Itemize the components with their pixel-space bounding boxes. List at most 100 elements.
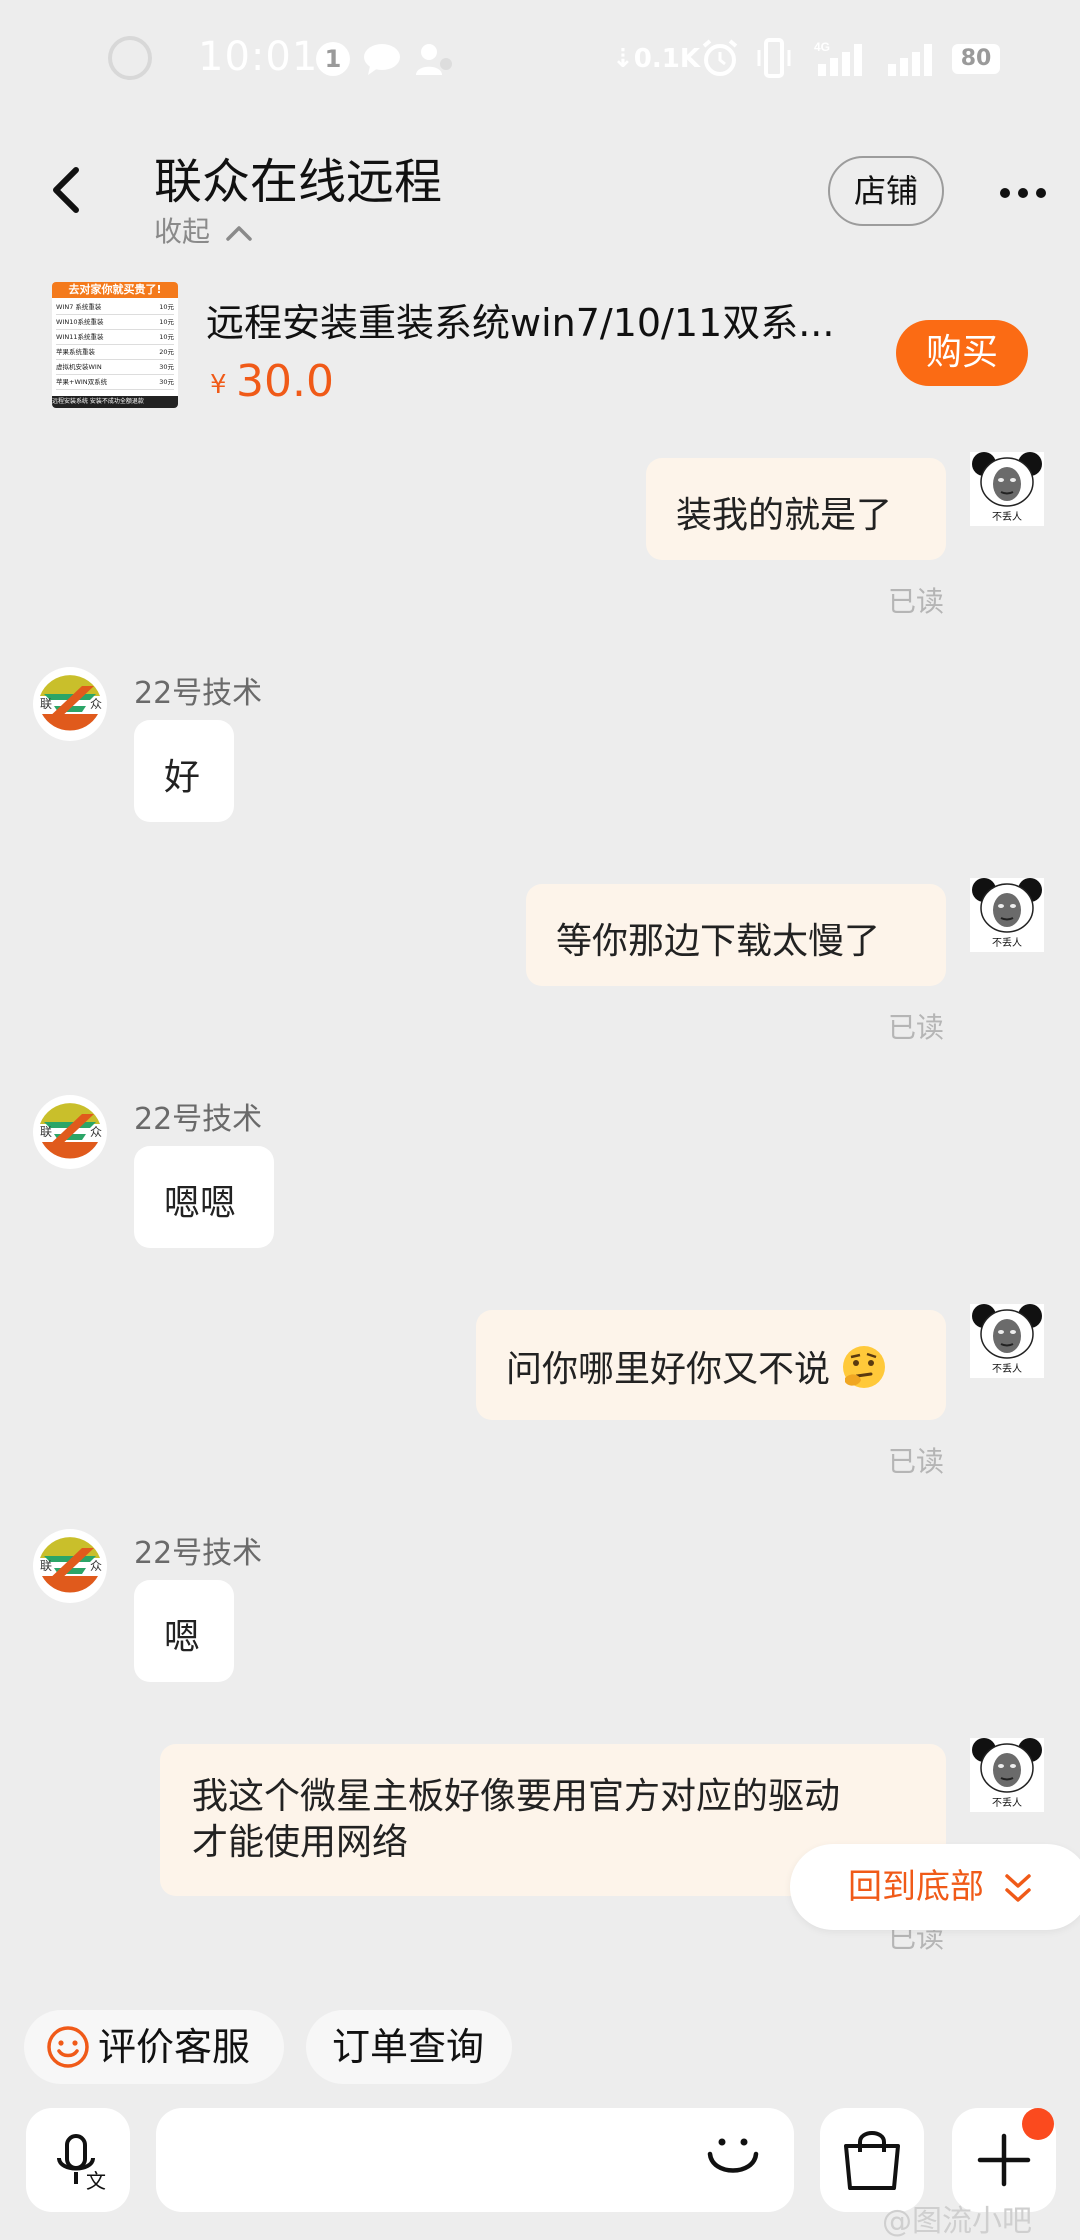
thumb-price-row: 苹果系统重装 20元 <box>56 345 174 360</box>
thumb-row-price: 30元 <box>159 378 174 386</box>
thumb-banner: 去对家你就买贵了! <box>52 282 178 298</box>
shop-logo-icon: 联 众 <box>33 1095 107 1169</box>
chevron-up-icon <box>226 226 252 241</box>
thinking-face-emoji-icon <box>843 1346 886 1388</box>
thumb-price-row: 虚拟机安装WIN 30元 <box>56 360 174 375</box>
app-indicator-icon <box>108 36 152 80</box>
page-title: 联众在线远程 <box>154 154 443 210</box>
buy-button[interactable]: 购买 <box>896 320 1028 386</box>
thumb-row-name: WIN10系统重装 <box>56 318 104 326</box>
user-avatar[interactable]: 不丢人 <box>970 452 1044 530</box>
voice-input-button[interactable]: 文 <box>26 2108 130 2212</box>
thumb-price-list: WIN7 系统重装 10元 WIN10系统重装 10元 WIN11系统重装 10元 苹果系统… <box>52 298 178 392</box>
more-options-icon[interactable] <box>998 186 1048 200</box>
notification-dot <box>1022 2108 1054 2140</box>
smiley-icon <box>47 2025 89 2068</box>
shop-avatar[interactable]: 联 众 <box>32 666 108 746</box>
signal-4g-icon: 4G <box>814 40 862 76</box>
voice-sub-label: 文 <box>86 2170 106 2193</box>
thumb-price-row: WIN10系统重装 10元 <box>56 315 174 330</box>
shop-logo-icon: 联 众 <box>33 667 107 741</box>
order-query-label: 订单查询 <box>332 2025 485 2069</box>
panda-meme-avatar-icon: 不丢人 <box>970 1304 1044 1378</box>
thumb-footer: 远程安装系统 安装不成功全额退款 <box>52 396 178 408</box>
back-arrow-icon[interactable] <box>40 160 100 220</box>
contact-notification-icon <box>416 44 452 75</box>
thumb-row-name: 苹果+WIN双系统 <box>56 378 108 386</box>
message-input[interactable] <box>156 2108 794 2212</box>
collapse-label: 收起 <box>154 215 211 248</box>
read-status: 已读 <box>888 585 945 618</box>
microphone-icon: 文 <box>57 2134 106 2193</box>
message-text: 装我的就是了 <box>676 495 893 536</box>
shop-avatar[interactable]: 联 众 <box>32 1094 108 1174</box>
net-speed: ⇣0.1K <box>612 44 701 74</box>
sender-name: 22号技术 <box>134 1102 263 1137</box>
message-text: 嗯 <box>164 1617 201 1658</box>
shop-avatar[interactable]: 联 众 <box>32 1528 108 1608</box>
thumb-row-name: WIN7 系统重装 <box>56 303 102 311</box>
sender-name: 22号技术 <box>134 1536 263 1571</box>
panda-meme-avatar-icon: 不丢人 <box>970 878 1044 952</box>
message-bubble-outgoing[interactable]: 等你那边下载太慢了 <box>526 884 946 986</box>
collapse-toggle[interactable]: 收起 <box>154 210 253 250</box>
alarm-icon <box>702 39 738 76</box>
thumb-row-price: 20元 <box>159 348 174 356</box>
signal-bars-icon <box>888 44 932 76</box>
scroll-to-bottom-button[interactable]: 回到底部 <box>790 1844 1080 1930</box>
thumb-price-row: WIN11系统重装 10元 <box>56 330 174 345</box>
thumb-row-price: 10元 <box>159 318 174 326</box>
thumb-row-price: 10元 <box>159 333 174 341</box>
read-status: 已读 <box>888 1445 945 1478</box>
user-avatar[interactable]: 不丢人 <box>970 878 1044 956</box>
user-avatar[interactable]: 不丢人 <box>970 1304 1044 1382</box>
store-button[interactable]: 店铺 <box>828 156 944 226</box>
message-bubble-incoming[interactable]: 嗯 <box>134 1580 234 1682</box>
thumb-row-name: 虚拟机安装WIN <box>56 363 102 371</box>
message-notification-icon <box>364 44 400 75</box>
emoji-icon[interactable] <box>700 2126 766 2192</box>
svg-text:不丢人: 不丢人 <box>992 937 1022 949</box>
rate-service-label: 评价客服 <box>98 2025 251 2069</box>
rate-service-chip[interactable]: 评价客服 <box>24 2010 284 2084</box>
vibrate-icon <box>757 38 791 78</box>
watermark: @图流小吧 <box>882 2204 1032 2239</box>
sender-name: 22号技术 <box>134 676 263 711</box>
svg-text:不丢人: 不丢人 <box>992 1363 1022 1375</box>
message-bubble-outgoing[interactable]: 问你哪里好你又不说 <box>476 1310 946 1420</box>
message-text-line: 我这个微星主板好像要用官方对应的驱动 <box>192 1776 841 1817</box>
svg-text:众: 众 <box>90 697 102 711</box>
svg-text:联: 联 <box>40 1559 52 1573</box>
svg-text:4G: 4G <box>814 40 830 54</box>
svg-text:联: 联 <box>40 1125 52 1139</box>
order-query-chip[interactable]: 订单查询 <box>306 2010 512 2084</box>
read-status: 已读 <box>888 1011 945 1044</box>
svg-text:众: 众 <box>90 1125 102 1139</box>
product-thumbnail[interactable]: 去对家你就买贵了! WIN7 系统重装 10元 WIN10系统重装 10元 WIN11系… <box>52 282 178 408</box>
double-chevron-down-icon <box>1005 1873 1031 1902</box>
product-title[interactable]: 远程安装重装系统win7/10/11双系... <box>206 292 846 347</box>
thumb-price-row: 苹果+WIN双系统 30元 <box>56 375 174 390</box>
message-bubble-outgoing[interactable]: 装我的就是了 <box>646 458 946 560</box>
svg-text:众: 众 <box>90 1559 102 1573</box>
message-bubble-incoming[interactable]: 好 <box>134 720 234 822</box>
price-currency: ¥ <box>210 370 227 400</box>
thumb-row-price: 30元 <box>159 363 174 371</box>
notification-count-badge: 1 <box>316 42 350 76</box>
status-time: 10:01 <box>198 34 319 80</box>
svg-text:联: 联 <box>40 697 52 711</box>
thumb-row-name: WIN11系统重装 <box>56 333 104 341</box>
message-text: 问你哪里好你又不说 <box>506 1349 831 1390</box>
message-bubble-incoming[interactable]: 嗯嗯 <box>134 1146 274 1248</box>
panda-meme-avatar-icon: 不丢人 <box>970 452 1044 526</box>
status-bar: 10:01 1 ⇣0.1K 4G 80 <box>0 0 1080 120</box>
shop-logo-icon: 联 众 <box>33 1529 107 1603</box>
user-avatar[interactable]: 不丢人 <box>970 1738 1044 1816</box>
thumb-row-name: 苹果系统重装 <box>56 348 95 356</box>
message-text: 等你那边下载太慢了 <box>556 921 881 962</box>
thumb-price-row: WIN7 系统重装 10元 <box>56 300 174 315</box>
svg-text:不丢人: 不丢人 <box>992 1797 1022 1809</box>
battery-icon: 80 <box>952 44 1000 74</box>
panda-meme-avatar-icon: 不丢人 <box>970 1738 1044 1812</box>
product-price: 30.0 <box>236 356 334 407</box>
